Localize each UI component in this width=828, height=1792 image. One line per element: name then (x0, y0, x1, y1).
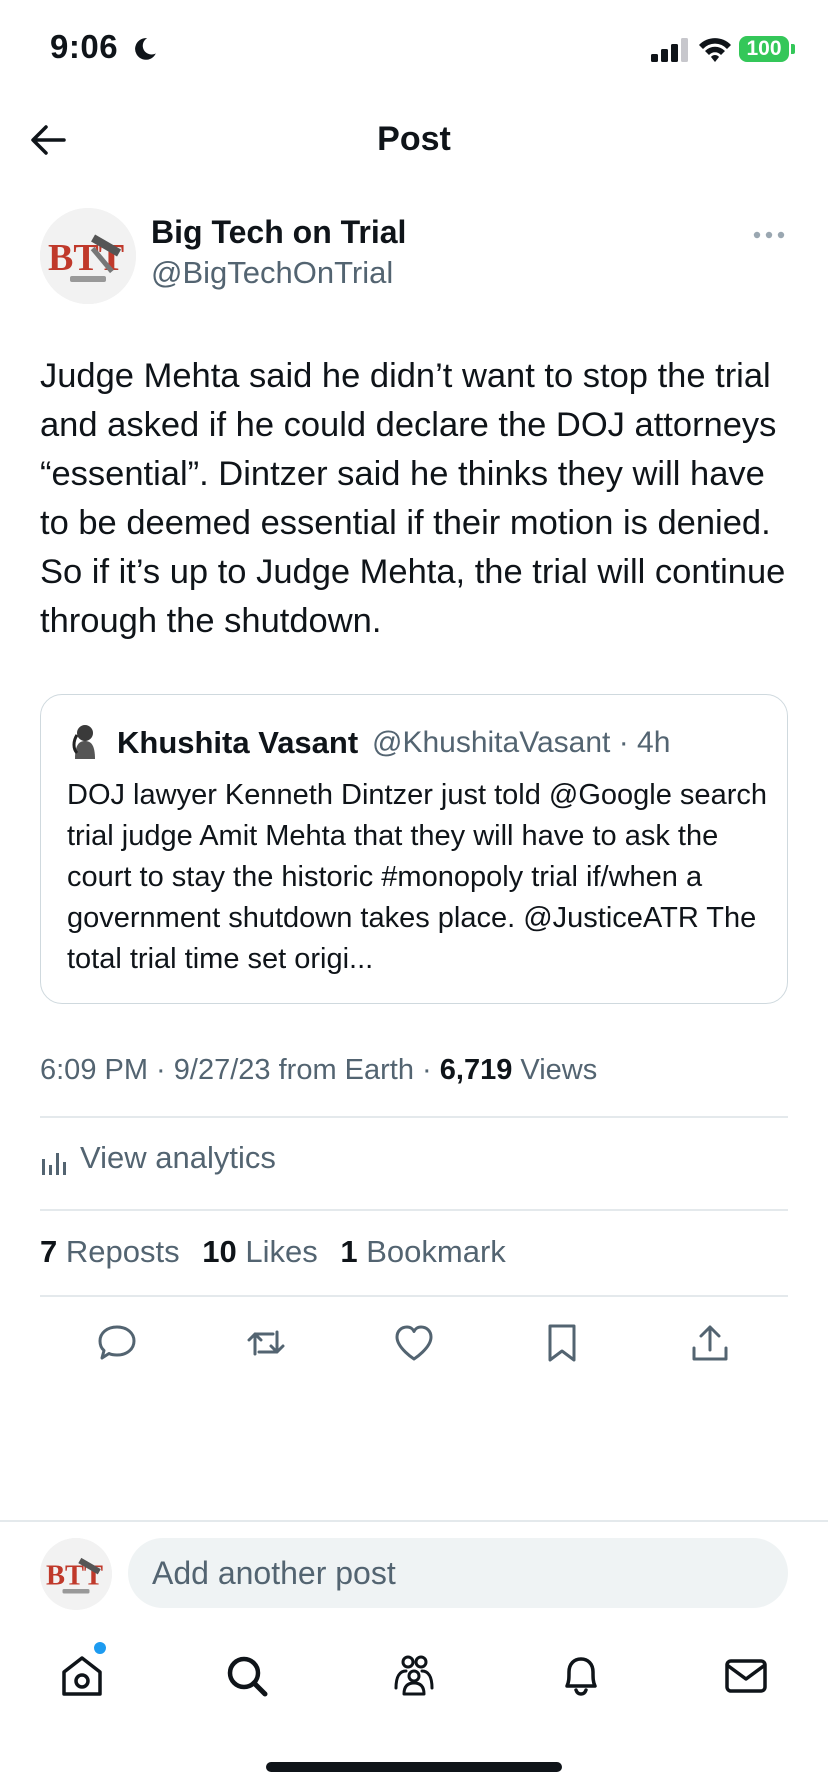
page-title: Post (377, 120, 451, 158)
bookmarks-stat[interactable]: 1 Bookmark (340, 1234, 505, 1269)
home-indicator (266, 1762, 562, 1772)
battery-indicator: 100 (739, 36, 789, 62)
battery-tip (791, 44, 795, 54)
messages-icon[interactable] (722, 1652, 770, 1700)
communities-icon[interactable] (390, 1652, 438, 1700)
post-text: Judge Mehta said he didn’t want to stop … (40, 357, 786, 640)
reposts-count: 7 (40, 1234, 58, 1269)
compose-avatar: BTT (40, 1538, 112, 1610)
post-time: 6:09 PM (40, 1054, 148, 1086)
divider (40, 1116, 788, 1118)
divider (40, 1209, 788, 1211)
home-notification-dot (94, 1642, 106, 1654)
views-label: Views (520, 1054, 598, 1086)
bookmarks-label: Bookmark (366, 1234, 506, 1269)
add-post-input[interactable] (128, 1538, 788, 1608)
likes-stat[interactable]: 10 Likes (202, 1234, 317, 1269)
heart-icon[interactable] (393, 1322, 435, 1364)
bookmark-icon[interactable] (541, 1322, 583, 1364)
avatar[interactable]: BTT (40, 208, 136, 304)
quote-avatar (72, 725, 95, 759)
notifications-icon[interactable] (557, 1652, 605, 1700)
avatar-logo: BTT (40, 1538, 112, 1610)
wifi-icon (699, 38, 731, 62)
reposts-label: Reposts (65, 1234, 180, 1269)
reposts-stat[interactable]: 7 Reposts (40, 1234, 180, 1269)
more-icon[interactable] (752, 228, 786, 242)
quote-author-name: Khushita Vasant (117, 725, 359, 760)
engagement-stats: 7 Reposts 10 Likes 1 Bookmark (40, 1234, 520, 1270)
quote-meta: @KhushitaVasant · 4h (372, 726, 671, 759)
quote-text: DOJ lawyer Kenneth Dintzer just told @Go… (67, 779, 767, 975)
status-bar: 9:06 100 (0, 0, 828, 100)
quote-age: 4h (637, 726, 671, 759)
author-handle[interactable]: @BigTechOnTrial (151, 255, 393, 291)
likes-count: 10 (202, 1234, 237, 1269)
quote-author-handle: @KhushitaVasant (372, 726, 611, 759)
share-icon[interactable] (689, 1322, 731, 1364)
avatar-text: BTT (48, 237, 124, 279)
search-icon[interactable] (223, 1652, 271, 1700)
divider (40, 1295, 788, 1297)
home-icon[interactable] (58, 1652, 106, 1700)
post-date: 9/27/23 (173, 1054, 271, 1086)
bar-chart-icon (42, 1153, 66, 1175)
quoted-post[interactable]: Khushita Vasant @KhushitaVasant · 4h DOJ… (40, 694, 788, 1004)
reply-icon[interactable] (96, 1322, 138, 1364)
divider (0, 1520, 828, 1522)
views-count: 6,719 (439, 1054, 513, 1086)
moon-icon (135, 38, 156, 60)
cellular-signal-icon (651, 38, 688, 62)
repost-icon[interactable] (245, 1322, 287, 1364)
avatar-text: BTT (46, 1561, 103, 1592)
likes-label: Likes (245, 1234, 318, 1269)
post-meta: 6:09 PM · 9/27/23 from Earth · 6,719 Vie… (40, 1054, 598, 1086)
status-time: 9:06 (50, 28, 119, 65)
view-analytics-label: View analytics (80, 1140, 276, 1175)
post-source: from Earth (278, 1054, 414, 1086)
avatar-logo: BTT (40, 208, 136, 304)
bookmarks-count: 1 (340, 1234, 358, 1269)
author-name[interactable]: Big Tech on Trial (151, 214, 406, 251)
